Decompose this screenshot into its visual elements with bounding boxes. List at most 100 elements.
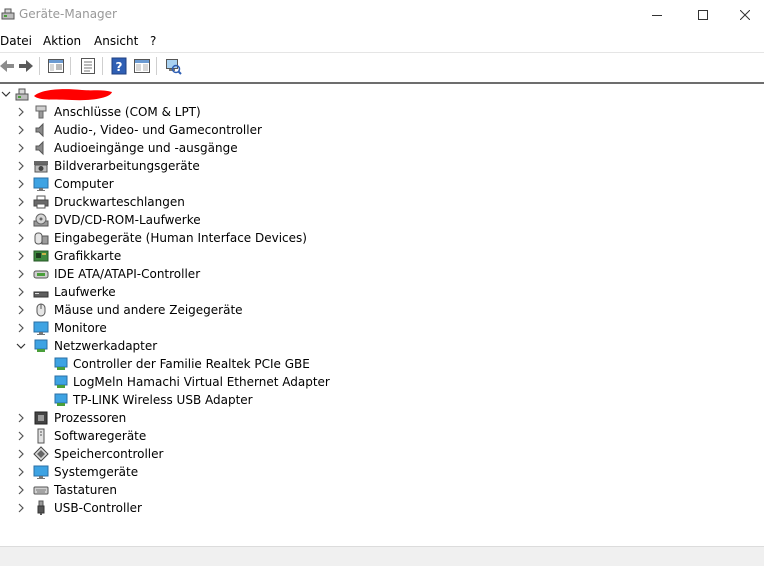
menu-help[interactable]: ? [150,34,156,48]
chevron-right-icon[interactable] [16,197,26,207]
tree-device[interactable]: LogMeln Hamachi Virtual Ethernet Adapter [0,373,764,391]
close-button[interactable] [722,0,764,30]
tree-category-expanded[interactable]: Netzwerkadapter [0,337,764,355]
keyboard-icon [33,486,49,495]
maximize-icon [698,10,708,20]
tree-category[interactable]: Bildverarbeitungsgeräte [0,157,764,175]
tree-category-label: Bildverarbeitungsgeräte [54,159,200,173]
graphics-card-icon [33,250,49,262]
chevron-right-icon[interactable] [16,449,26,459]
tree-device-label: Controller der Familie Realtek PCIe GBE [73,357,310,371]
tree-category-label: Eingabegeräte (Human Interface Devices) [54,231,307,245]
back-button[interactable] [0,57,16,75]
view-icon [134,59,150,73]
chevron-right-icon[interactable] [16,269,26,279]
chevron-right-icon[interactable] [16,413,26,423]
tree-category[interactable]: Laufwerke [0,283,764,301]
tree-category[interactable]: Computer [0,175,764,193]
chevron-right-icon[interactable] [16,485,26,495]
storage-controller-icon [33,446,49,462]
device-manager-icon [1,7,15,21]
chevron-right-icon[interactable] [16,143,26,153]
processor-icon [34,411,48,425]
tree-category[interactable]: Softwaregeräte [0,427,764,445]
forward-button[interactable] [17,57,35,75]
redaction-mark [34,89,112,101]
tree-category[interactable]: DVD/CD-ROM-Laufwerke [0,211,764,229]
tree-category-label: Computer [54,177,114,191]
usb-icon [37,500,45,515]
monitor-icon [33,321,49,335]
chevron-right-icon[interactable] [16,431,26,441]
tree-category[interactable]: Monitore [0,319,764,337]
software-device-icon [37,428,45,444]
tree-category-label: Laufwerke [54,285,116,299]
scan-hardware-icon [166,59,182,75]
chevron-right-icon[interactable] [16,107,26,117]
tree-category-label: USB-Controller [54,501,142,515]
printer-icon [33,195,49,209]
menu-bar: Datei Aktion Ansicht ? [0,31,764,52]
chevron-right-icon[interactable] [16,125,26,135]
port-icon [35,105,47,119]
network-adapter-icon [34,339,48,352]
chevron-right-icon[interactable] [16,233,26,243]
chevron-right-icon[interactable] [16,179,26,189]
chevron-down-icon[interactable] [1,89,11,99]
drive-icon [33,291,49,298]
tree-category[interactable]: IDE ATA/ATAPI-Controller [0,265,764,283]
tree-root[interactable] [0,85,764,103]
show-hide-tree-button[interactable] [47,57,65,75]
chevron-right-icon[interactable] [16,287,26,297]
hid-icon [34,232,49,245]
tree-category[interactable]: Speichercontroller [0,445,764,463]
menu-aktion[interactable]: Aktion [43,34,81,48]
scan-hardware-button[interactable] [164,57,182,75]
tree-category[interactable]: Audio-, Video- und Gamecontroller [0,121,764,139]
tree-category[interactable]: USB-Controller [0,499,764,517]
close-icon [740,10,750,20]
tree-category-label: IDE ATA/ATAPI-Controller [54,267,201,281]
minimize-button[interactable] [634,0,680,30]
window-title: Geräte-Manager [19,7,117,21]
tree-category-label: Druckwarteschlangen [54,195,185,209]
tree-category[interactable]: Anschlüsse (COM & LPT) [0,103,764,121]
tree-device[interactable]: TP-LINK Wireless USB Adapter [0,391,764,409]
menu-ansicht[interactable]: Ansicht [94,34,138,48]
toolbar: ? [0,53,764,79]
menu-datei[interactable]: Datei [0,34,32,48]
tree-category-label: Systemgeräte [54,465,139,479]
show-hide-tree-icon [48,59,64,73]
tree-category[interactable]: Mäuse und andere Zeigegeräte [0,301,764,319]
network-adapter-icon [54,357,68,370]
tree-category[interactable]: Prozessoren [0,409,764,427]
chevron-right-icon[interactable] [16,215,26,225]
tree-category[interactable]: Druckwarteschlangen [0,193,764,211]
chevron-down-icon[interactable] [16,341,26,351]
maximize-button[interactable] [680,0,726,30]
view-button[interactable] [133,57,151,75]
tree-category[interactable]: Tastaturen [0,481,764,499]
tree-category-label: Prozessoren [54,411,127,425]
properties-button[interactable] [79,57,97,75]
chevron-right-icon[interactable] [16,503,26,513]
speaker-icon [35,122,44,138]
chevron-right-icon[interactable] [16,323,26,333]
help-button[interactable]: ? [110,57,128,75]
title-bar: Geräte-Manager [0,0,764,30]
toolbar-separator [70,57,71,75]
toolbar-separator [156,57,157,75]
tree-device[interactable]: Controller der Familie Realtek PCIe GBE [0,355,764,373]
tree-category[interactable]: Eingabegeräte (Human Interface Devices) [0,229,764,247]
chevron-right-icon[interactable] [16,161,26,171]
chevron-right-icon[interactable] [16,251,26,261]
tree-category-label: Mäuse und andere Zeigegeräte [54,303,243,317]
chevron-right-icon[interactable] [16,305,26,315]
tree-category-label: Audioeingänge und -ausgänge [54,141,238,155]
tree-category[interactable]: Grafikkarte [0,247,764,265]
tree-category[interactable]: Systemgeräte [0,463,764,481]
tree-category[interactable]: Audioeingänge und -ausgänge [0,139,764,157]
properties-icon [81,58,95,74]
chevron-right-icon[interactable] [16,467,26,477]
toolbar-separator [102,57,103,75]
